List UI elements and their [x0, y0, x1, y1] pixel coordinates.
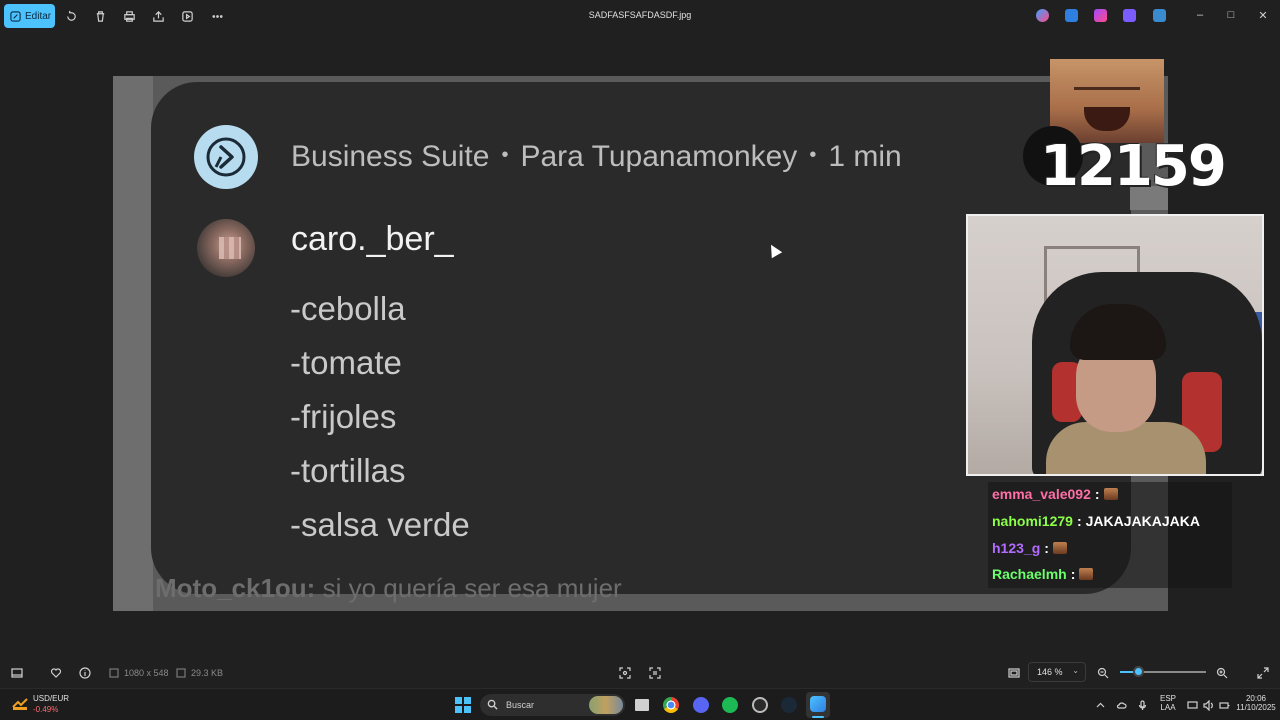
language-indicator[interactable]: ESP LAA: [1156, 694, 1180, 712]
photos-icon[interactable]: [810, 696, 826, 712]
minimize-icon[interactable]: –: [1193, 8, 1207, 22]
close-icon[interactable]: ✕: [1256, 8, 1270, 22]
chat-message: Rachaelmh:: [992, 566, 1094, 582]
status-bar: 1080 x 548 29.3 KB: [0, 656, 1280, 688]
chevron-up-icon[interactable]: [1095, 698, 1106, 709]
filesize-icon: [175, 666, 187, 678]
favorite-icon[interactable]: [50, 666, 62, 678]
visual-search-icon[interactable]: [619, 666, 631, 679]
onedrive-icon[interactable]: [1153, 9, 1166, 22]
steam-icon[interactable]: [781, 697, 797, 713]
chat-user: emma_vale092: [992, 486, 1091, 502]
chat-user: h123_g: [992, 540, 1041, 556]
chat-text: JAKAJAKAJAKA: [1085, 513, 1200, 529]
currency-change: -0.49%: [33, 705, 59, 714]
search-icon: [487, 699, 498, 710]
fullscreen-icon[interactable]: [1257, 666, 1269, 679]
business-suite-logo-icon: [194, 125, 258, 189]
counter-value: 12159: [1040, 134, 1227, 199]
spotify-icon[interactable]: [722, 697, 738, 713]
emote-icon: [1103, 488, 1118, 500]
separator-dot: •: [809, 144, 817, 166]
list-item: -salsa verde: [290, 506, 470, 543]
zoom-value: 146 %: [1037, 667, 1063, 677]
emote-icon: [1052, 542, 1067, 554]
paint-icon[interactable]: [1065, 9, 1078, 22]
fit-to-window-icon[interactable]: [1008, 666, 1020, 678]
filmstrip-icon[interactable]: [11, 666, 23, 678]
time-label: 1 min: [828, 140, 902, 173]
system-clock[interactable]: 20:06 11/10/2025: [1236, 694, 1276, 712]
currency-widget-icon[interactable]: [12, 697, 28, 711]
active-indicator: [812, 716, 824, 718]
zoom-slider-thumb[interactable]: [1133, 666, 1144, 677]
volume-icon[interactable]: [1203, 698, 1214, 712]
clock-date: 11/10/2025: [1236, 703, 1276, 712]
webcam-overlay: [966, 214, 1264, 476]
chat-user: Rachaelmh: [992, 566, 1067, 582]
stream-chat: emma_vale092: nahomi1279: JAKAJAKAJAKA h1…: [988, 482, 1232, 588]
avatar: [197, 219, 255, 277]
zoom-out-icon[interactable]: [1097, 666, 1109, 679]
currency-pair[interactable]: USD/EUR: [33, 694, 69, 703]
info-icon[interactable]: [79, 666, 91, 679]
chrome-icon[interactable]: [663, 697, 679, 713]
search-highlight-image: [589, 696, 623, 714]
list-item: -cebolla: [290, 290, 406, 327]
comment-list: -cebolla -tomate -frijoles -tortillas -s…: [290, 282, 470, 552]
recipient-label: Para Tupanamonkey: [520, 140, 798, 173]
list-item: -frijoles: [290, 398, 397, 435]
comment-username: caro._ber_: [291, 220, 454, 258]
list-item: -tomate: [290, 344, 402, 381]
chat-message: h123_g:: [992, 540, 1067, 556]
designer-icon[interactable]: [1123, 9, 1136, 22]
source-label: Business Suite: [291, 140, 490, 173]
clock-time: 20:06: [1245, 694, 1267, 703]
taskbar-search[interactable]: Buscar: [480, 694, 625, 716]
image-edge: [113, 76, 153, 611]
clipchamp-icon[interactable]: [1094, 9, 1107, 22]
display-icon[interactable]: [1187, 698, 1198, 709]
zoom-dropdown[interactable]: 146 % ⌄: [1028, 662, 1086, 682]
text-scan-icon[interactable]: [649, 666, 661, 679]
windows-start-icon[interactable]: [455, 697, 471, 713]
chevron-down-icon: ⌄: [1072, 666, 1079, 675]
zoom-in-icon[interactable]: [1216, 666, 1228, 679]
top-toolbar: Editar SADFASFSAFDASDF.jpg – □ ✕: [0, 0, 1280, 33]
copilot-icon[interactable]: [1036, 9, 1049, 22]
maximize-icon[interactable]: □: [1224, 8, 1238, 22]
image-dimensions: 1080 x 548: [124, 668, 169, 678]
separator-dot: •: [501, 144, 509, 166]
notification-header: Business Suite • Para Tupanamonkey • 1 min: [291, 140, 902, 174]
taskbar: USD/EUR -0.49% Buscar: [0, 688, 1280, 720]
chat-message: nahomi1279: JAKAJAKAJAKA: [992, 513, 1200, 529]
discord-icon[interactable]: [693, 697, 709, 713]
battery-icon[interactable]: [1219, 698, 1230, 709]
task-view-icon[interactable]: [635, 699, 649, 711]
microphone-icon[interactable]: [1137, 698, 1148, 710]
file-size: 29.3 KB: [191, 668, 224, 678]
app-icon[interactable]: [752, 697, 768, 713]
chat-user: nahomi1279: [992, 513, 1073, 529]
list-item: -tortillas: [290, 452, 406, 489]
emote-icon: [1079, 568, 1094, 580]
cloud-icon[interactable]: [1116, 698, 1127, 709]
window-title: SADFASFSAFDASDF.jpg: [588, 10, 692, 20]
search-placeholder: Buscar: [506, 700, 535, 710]
dimensions-icon: [108, 666, 120, 678]
chat-message: emma_vale092:: [992, 486, 1118, 502]
background-chat-line: Moto_ck1ou: si yo quería ser esa mujer: [155, 573, 622, 603]
